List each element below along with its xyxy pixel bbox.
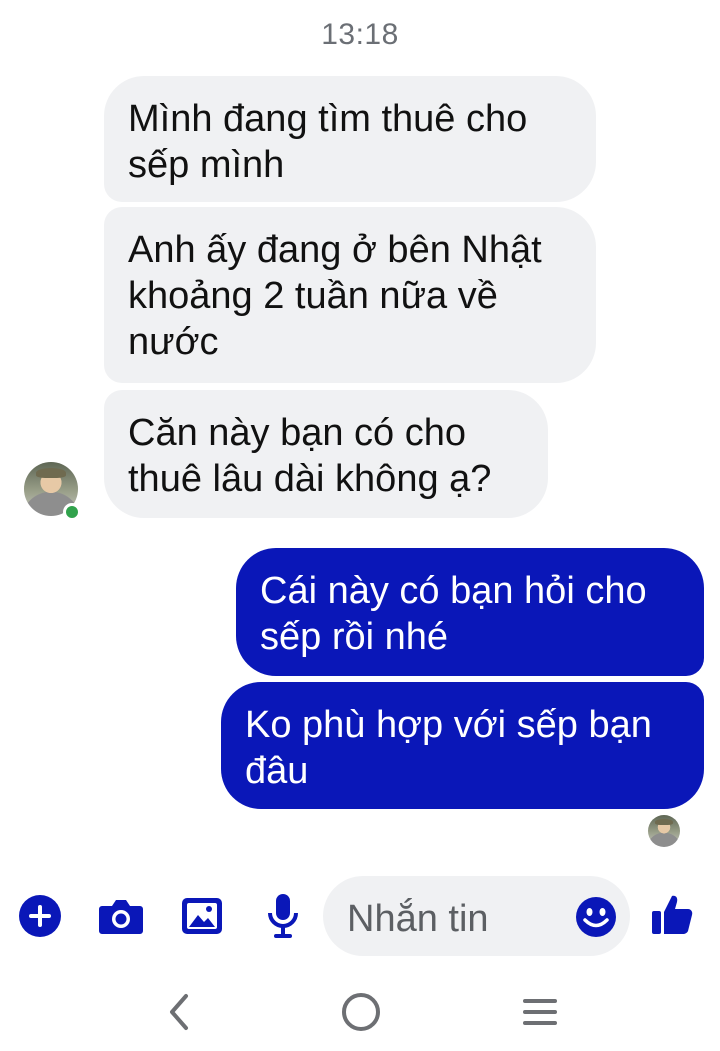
outgoing-message-bubble[interactable]: Ko phù hợp với sếp bạn đâu	[221, 682, 704, 809]
message-text: Cái này có bạn hỏi cho sếp rồi nhé	[260, 570, 647, 658]
seen-receipt-avatar	[648, 815, 680, 847]
recents-icon[interactable]	[521, 995, 559, 1029]
online-status-dot	[63, 503, 81, 521]
thumbs-up-icon[interactable]	[650, 892, 694, 936]
camera-icon[interactable]	[98, 896, 144, 936]
emoji-icon[interactable]	[575, 896, 617, 938]
incoming-message-bubble[interactable]: Mình đang tìm thuê cho sếp mình	[104, 76, 596, 202]
microphone-icon[interactable]	[266, 893, 300, 939]
outgoing-message-bubble[interactable]: Cái này có bạn hỏi cho sếp rồi nhé	[236, 548, 704, 676]
plus-icon[interactable]	[18, 894, 62, 938]
image-icon[interactable]	[181, 897, 223, 935]
home-icon[interactable]	[340, 991, 382, 1033]
message-input-placeholder: Nhắn tin	[347, 898, 489, 940]
incoming-message-bubble[interactable]: Anh ấy đang ở bên Nhật khoảng 2 tuần nữa…	[104, 207, 596, 383]
message-input[interactable]: Nhắn tin	[323, 876, 630, 956]
incoming-message-bubble[interactable]: Căn này bạn có cho thuê lâu dài không ạ?	[104, 390, 548, 518]
message-timestamp: 13:18	[321, 18, 399, 51]
message-text: Căn này bạn có cho thuê lâu dài không ạ?	[128, 412, 492, 500]
message-text: Anh ấy đang ở bên Nhật khoảng 2 tuần nữa…	[128, 229, 542, 363]
avatar-hat-detail	[655, 818, 673, 825]
message-text: Mình đang tìm thuê cho sếp mình	[128, 98, 528, 186]
back-icon[interactable]	[164, 992, 194, 1032]
avatar-hat-detail	[35, 468, 67, 479]
message-text: Ko phù hợp với sếp bạn đâu	[245, 704, 652, 792]
